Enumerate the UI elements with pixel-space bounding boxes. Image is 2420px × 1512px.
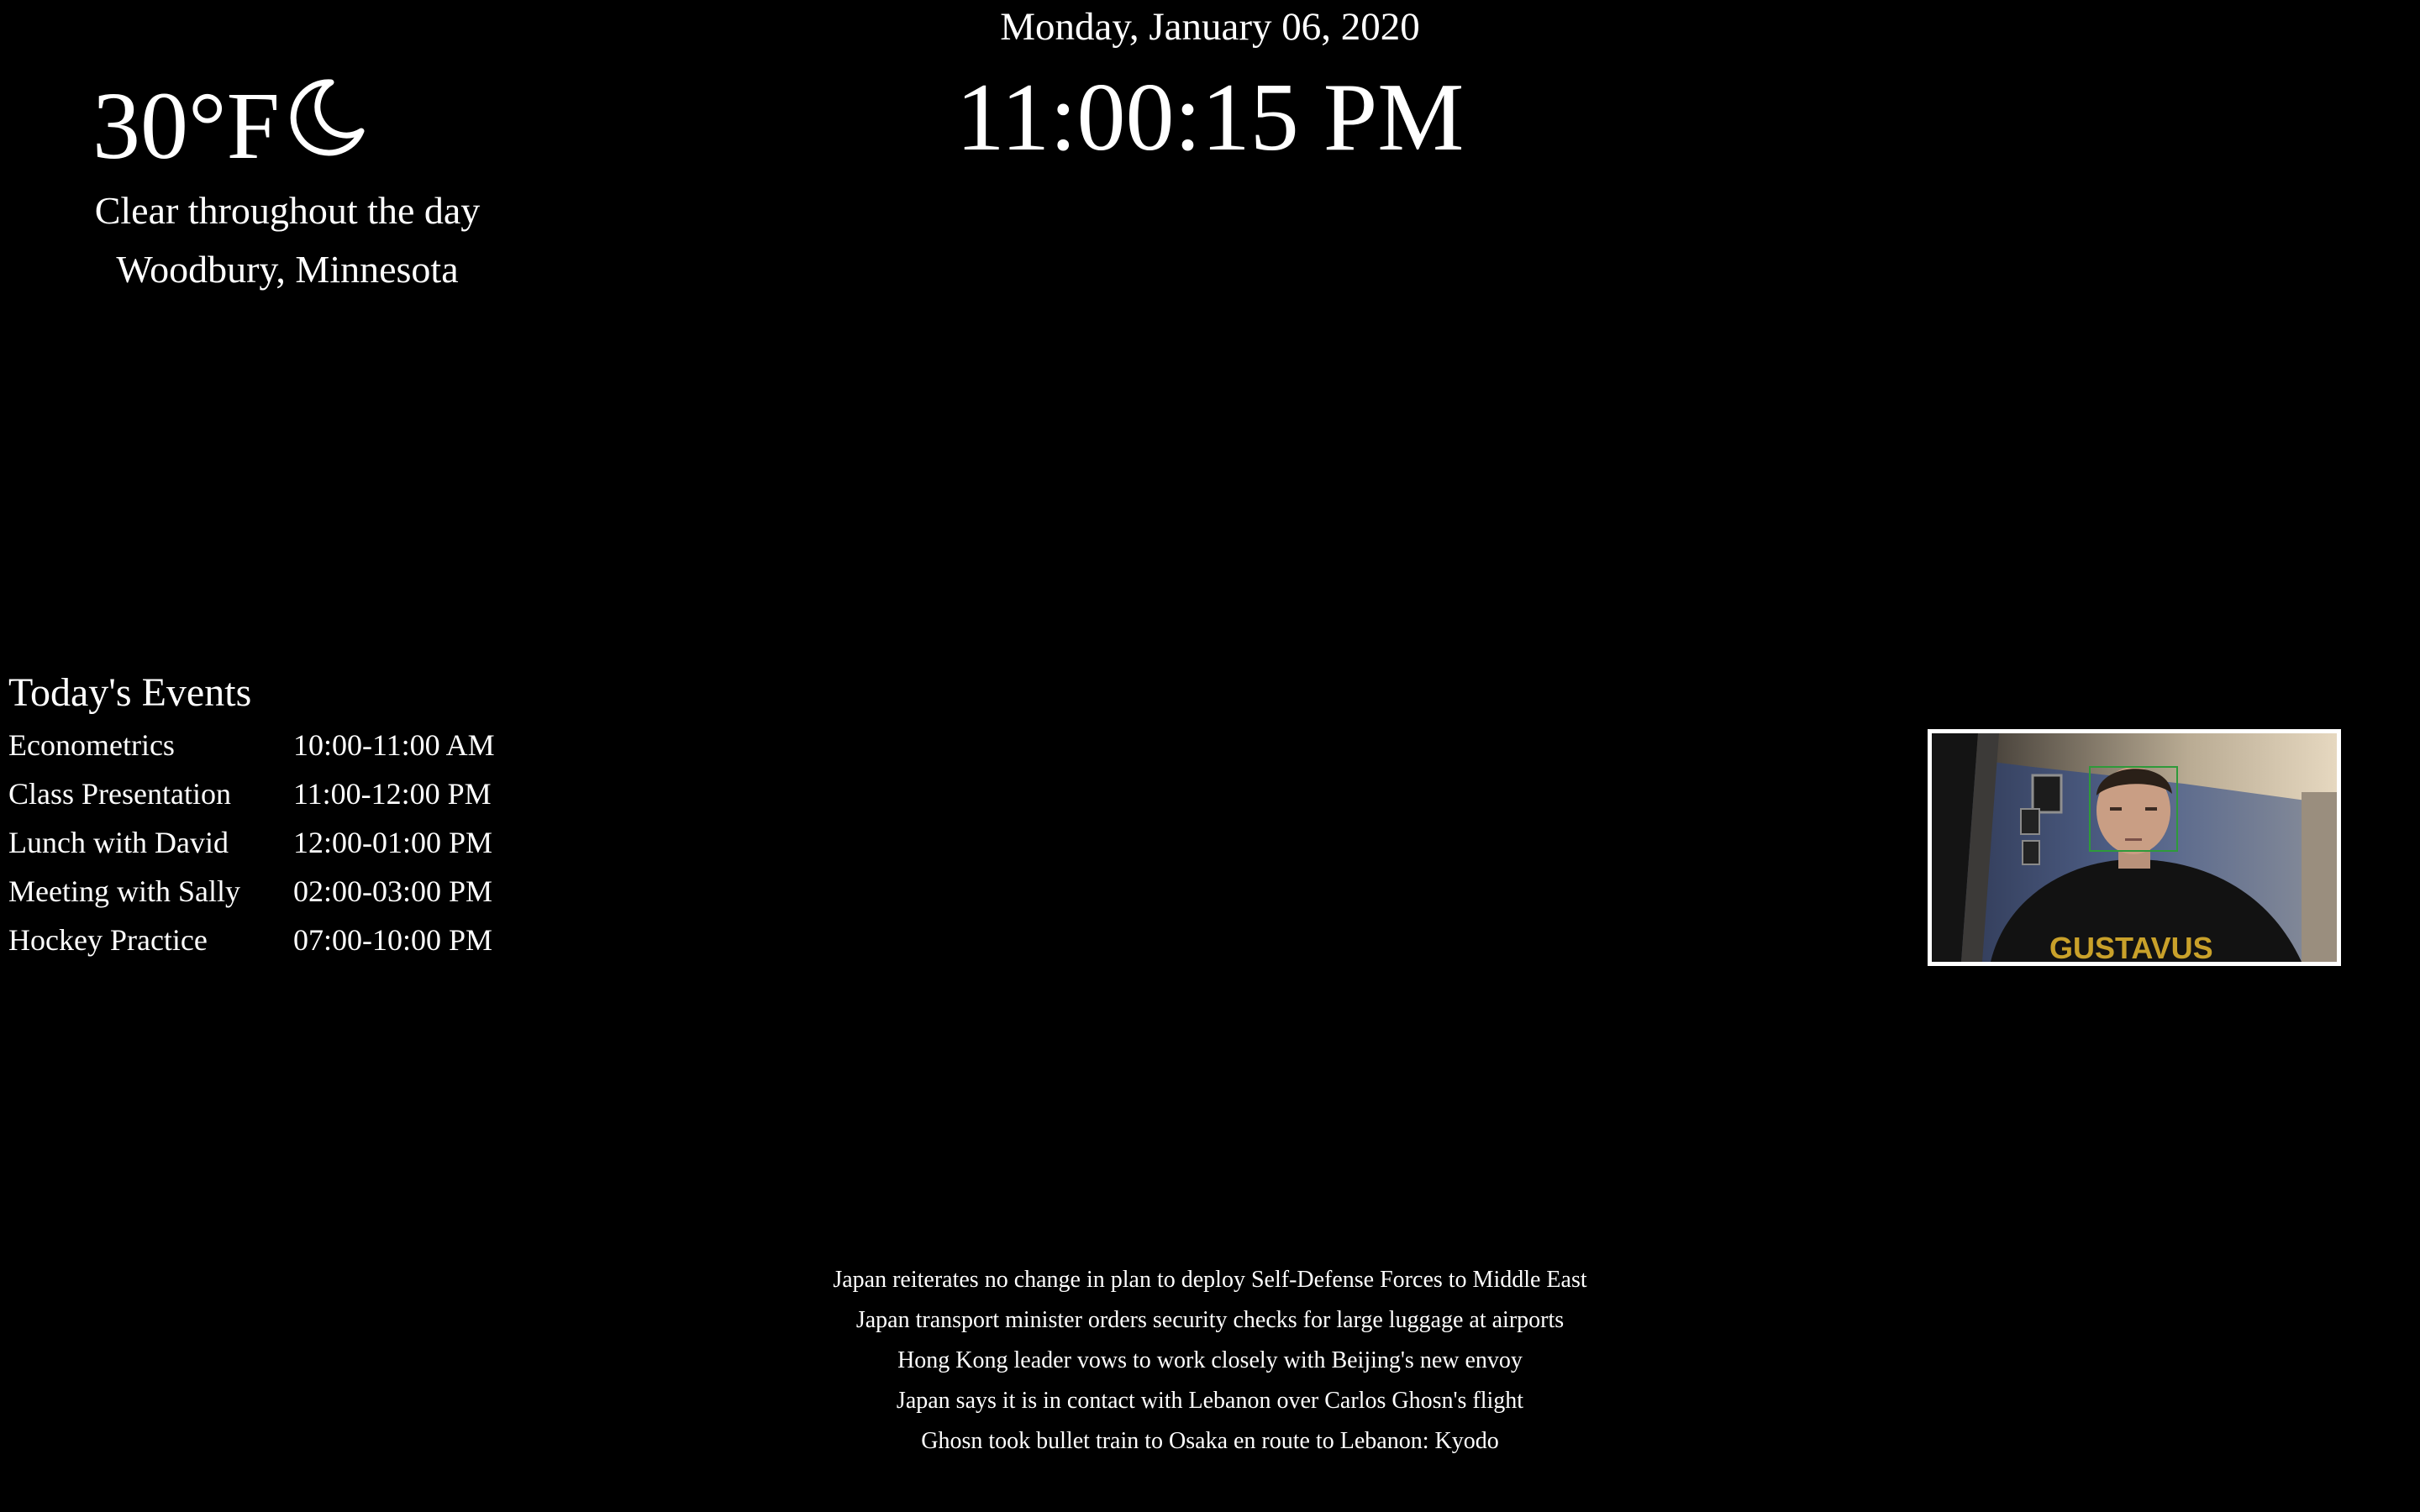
event-time: 07:00-10:00 PM <box>293 923 493 957</box>
event-time: 10:00-11:00 AM <box>293 728 495 762</box>
event-name: Lunch with David <box>8 826 229 859</box>
event-time: 12:00-01:00 PM <box>293 826 493 859</box>
moon-icon <box>290 79 365 156</box>
camera-feed: GUSTAVUS <box>1928 729 2341 966</box>
events-title: Today's Events <box>8 670 252 715</box>
news-headline: Ghosn took bullet train to Osaka en rout… <box>921 1428 1499 1454</box>
event-row: Econometrics 10:00-11:00 AM <box>8 721 597 769</box>
event-time: 11:00-12:00 PM <box>293 777 492 811</box>
news-headline: Japan says it is in contact with Lebanon… <box>896 1388 1524 1414</box>
event-name: Meeting with Sally <box>8 874 240 908</box>
news-headline: Japan reiterates no change in plan to de… <box>833 1267 1587 1293</box>
event-time: 02:00-03:00 PM <box>293 874 493 908</box>
event-row: Meeting with Sally 02:00-03:00 PM <box>8 867 597 916</box>
date-display: Monday, January 06, 2020 <box>1000 5 1420 49</box>
news-headline: Japan transport minister orders security… <box>855 1307 1565 1333</box>
news-headline: Hong Kong leader vows to work closely wi… <box>897 1347 1523 1373</box>
events-panel: Today's Events Econometrics 10:00-11:00 … <box>8 665 597 964</box>
temperature: 30°F <box>92 72 280 179</box>
news-feed: Japan reiterates no change in plan to de… <box>0 1260 2420 1462</box>
event-name: Econometrics <box>8 728 175 762</box>
event-name: Hockey Practice <box>8 923 208 957</box>
event-row: Lunch with David 12:00-01:00 PM <box>8 818 597 867</box>
event-row: Hockey Practice 07:00-10:00 PM <box>8 916 597 964</box>
event-row: Class Presentation 11:00-12:00 PM <box>8 769 597 818</box>
shirt-text: GUSTAVUS <box>2049 931 2213 962</box>
event-name: Class Presentation <box>8 777 231 811</box>
weather-summary: Clear throughout the day <box>94 189 481 232</box>
camera-image: GUSTAVUS <box>1932 733 2337 962</box>
weather-location: Woodbury, Minnesota <box>116 248 459 291</box>
